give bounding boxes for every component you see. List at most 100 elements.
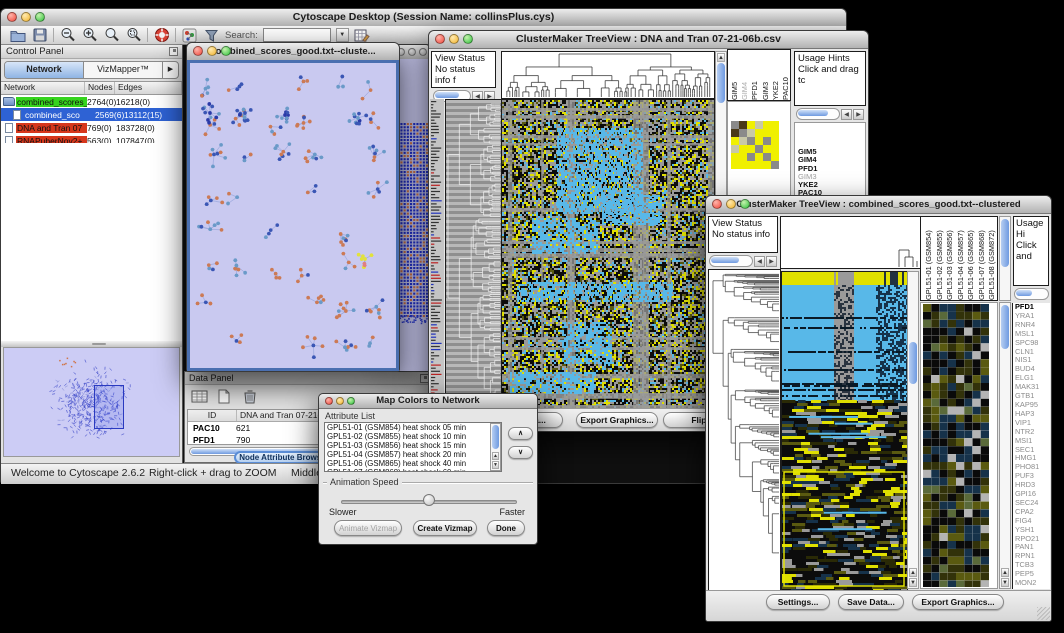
- column-label[interactable]: PAC10: [781, 50, 790, 100]
- scroll-right-icon[interactable]: ▶: [766, 256, 777, 267]
- scroll-up-icon[interactable]: ▲: [492, 452, 499, 460]
- treeview1-title-bar[interactable]: ClusterMaker TreeView : DNA and Tran 07-…: [429, 31, 868, 49]
- close-icon[interactable]: [7, 12, 17, 22]
- scroll-thumb[interactable]: [909, 342, 917, 384]
- column-label[interactable]: GIM5: [730, 50, 739, 100]
- minimize-icon[interactable]: [449, 34, 459, 44]
- close-icon[interactable]: [435, 34, 445, 44]
- scroll-thumb[interactable]: [435, 92, 459, 98]
- tab-overflow-icon[interactable]: ▶: [162, 62, 178, 78]
- scroll-down-icon[interactable]: ▼: [909, 578, 917, 587]
- network-view-title-bar[interactable]: combined_scores_good.txt--cluste...: [187, 43, 399, 61]
- col-edges[interactable]: Edges: [115, 82, 182, 94]
- column-label[interactable]: YKE2: [771, 50, 780, 100]
- tab-vizmapper[interactable]: VizMapper™: [84, 62, 162, 78]
- attribute-list-item[interactable]: GPL51-02 (GSM855) heat shock 10 min: [325, 432, 501, 441]
- close-icon[interactable]: [712, 199, 722, 209]
- attribute-list-item[interactable]: GPL51-03 (GSM856) heat shock 15 min: [325, 441, 501, 450]
- scroll-left-icon[interactable]: ◀: [841, 109, 852, 120]
- tv1-row-dendrogram[interactable]: [445, 99, 502, 409]
- tv1-heatmap[interactable]: [501, 99, 715, 409]
- done-button[interactable]: Done: [487, 520, 525, 536]
- export-graphics-button[interactable]: Export Graphics...: [912, 594, 1004, 610]
- attribute-select-icon[interactable]: [191, 389, 209, 405]
- scroll-thumb[interactable]: [1016, 290, 1032, 296]
- column-label[interactable]: GPL51-02 (GSM855): [935, 217, 945, 300]
- scroll-thumb[interactable]: [711, 257, 739, 263]
- attribute-list-item[interactable]: GPL51-01 (GSM854) heat shock 05 min: [325, 423, 501, 432]
- move-down-button[interactable]: ∨: [508, 446, 533, 459]
- column-label[interactable]: GPL51-01 (GSM854): [924, 217, 934, 300]
- new-attribute-icon[interactable]: [217, 389, 235, 405]
- scroll-trough[interactable]: [709, 255, 753, 267]
- overview-viewport-rect[interactable]: [94, 385, 124, 429]
- annotation-table-icon[interactable]: [354, 27, 371, 43]
- tv2-heatmap[interactable]: [781, 271, 908, 591]
- network-list-row[interactable]: combined_sco2569(6)13112(15): [1, 108, 182, 121]
- zoom-window-icon[interactable]: [347, 397, 355, 405]
- tv1-detail-heatmap[interactable]: [731, 120, 779, 170]
- minimize-icon[interactable]: [336, 397, 344, 405]
- tv1-column-dendrogram[interactable]: [501, 51, 715, 99]
- treeview2-title-bar[interactable]: ClusterMaker TreeView : combined_scores_…: [706, 196, 1051, 214]
- zoom-fit-icon[interactable]: [103, 27, 120, 43]
- minimize-icon[interactable]: [207, 46, 217, 56]
- column-label[interactable]: PFD1: [750, 50, 759, 100]
- attribute-list-item[interactable]: GPL51-07 (GSM868) heat shock 60 min: [325, 468, 501, 472]
- col-network[interactable]: Network: [1, 82, 85, 94]
- scroll-down-icon[interactable]: ▼: [492, 461, 499, 469]
- scroll-trough[interactable]: [1014, 288, 1049, 300]
- attribute-list-vscrollbar[interactable]: ▲ ▼: [490, 423, 501, 471]
- scroll-left-icon[interactable]: ◀: [754, 256, 765, 267]
- scroll-thumb[interactable]: [1001, 305, 1009, 349]
- network-canvas-area[interactable]: [190, 63, 396, 368]
- tv2-right-scrollbar[interactable]: [1014, 288, 1049, 300]
- tv2-gene-list[interactable]: PFD1YRA1RNR4MSL1SPC98CLN1NIS1BUD4ELG1MAK…: [1012, 303, 1050, 589]
- search-dropdown-icon[interactable]: ▼: [336, 28, 349, 42]
- help-lifering-icon[interactable]: [153, 27, 170, 43]
- tv2-collabel-vscrollbar[interactable]: [999, 216, 1011, 301]
- settings-button[interactable]: Settings...: [766, 594, 830, 610]
- network-list-row[interactable]: DNA and Tran 07769(0)183728(0): [1, 121, 182, 134]
- zoom-out-icon[interactable]: [59, 27, 76, 43]
- scroll-thumb[interactable]: [717, 63, 725, 103]
- close-icon[interactable]: [193, 46, 203, 56]
- col-nodes[interactable]: Nodes: [85, 82, 115, 94]
- column-label[interactable]: GPL51-07 (GSM868): [977, 217, 987, 300]
- vizmapper-nodes-icon[interactable]: [181, 27, 198, 43]
- resize-grip[interactable]: [1037, 607, 1050, 620]
- zoom-window-icon[interactable]: [35, 12, 45, 22]
- scroll-trough[interactable]: [796, 108, 840, 120]
- open-folder-icon[interactable]: [9, 27, 26, 43]
- attribute-list[interactable]: GPL51-01 (GSM854) heat shock 05 minGPL51…: [324, 422, 502, 472]
- column-label[interactable]: GIM4: [740, 50, 749, 100]
- scroll-thumb[interactable]: [798, 110, 828, 116]
- column-label[interactable]: GPL51-08 (GSM872): [987, 217, 997, 300]
- column-label[interactable]: GIM3: [761, 50, 770, 100]
- delete-attribute-trash-icon[interactable]: [243, 389, 261, 405]
- dialog-title-bar[interactable]: Map Colors to Network: [319, 394, 537, 409]
- scroll-thumb[interactable]: [1001, 219, 1009, 267]
- col-id[interactable]: ID: [188, 410, 237, 421]
- zoom-window-icon[interactable]: [740, 199, 750, 209]
- create-vizmap-button[interactable]: Create Vizmap: [413, 520, 477, 536]
- tv2-gene-vscrollbar[interactable]: ▲ ▼: [999, 302, 1011, 589]
- minimize-icon[interactable]: [21, 12, 31, 22]
- scroll-thumb[interactable]: [492, 425, 499, 449]
- minimize-icon[interactable]: [726, 199, 736, 209]
- column-label[interactable]: GPL51-04 (GSM857): [956, 217, 966, 300]
- scroll-up-icon[interactable]: ▲: [1001, 568, 1009, 577]
- tv2-row-dendrogram[interactable]: [708, 269, 781, 591]
- scroll-up-icon[interactable]: ▲: [717, 53, 725, 62]
- save-icon[interactable]: [31, 27, 48, 43]
- attribute-list-item[interactable]: GPL51-04 (GSM857) heat shock 20 min: [325, 450, 501, 459]
- network-overview-panel[interactable]: [3, 347, 180, 457]
- tab-network[interactable]: Network: [5, 62, 84, 78]
- animation-speed-slider-thumb[interactable]: [423, 494, 435, 506]
- scroll-down-icon[interactable]: ▼: [1001, 578, 1009, 587]
- column-label[interactable]: GPL51-03 (GSM856): [945, 217, 955, 300]
- tv2-heatmap-vscrollbar[interactable]: ▲ ▼: [907, 271, 919, 589]
- export-graphics-button[interactable]: Export Graphics...: [576, 412, 658, 428]
- minimize-icon[interactable]: [408, 48, 416, 56]
- search-input[interactable]: [263, 28, 331, 42]
